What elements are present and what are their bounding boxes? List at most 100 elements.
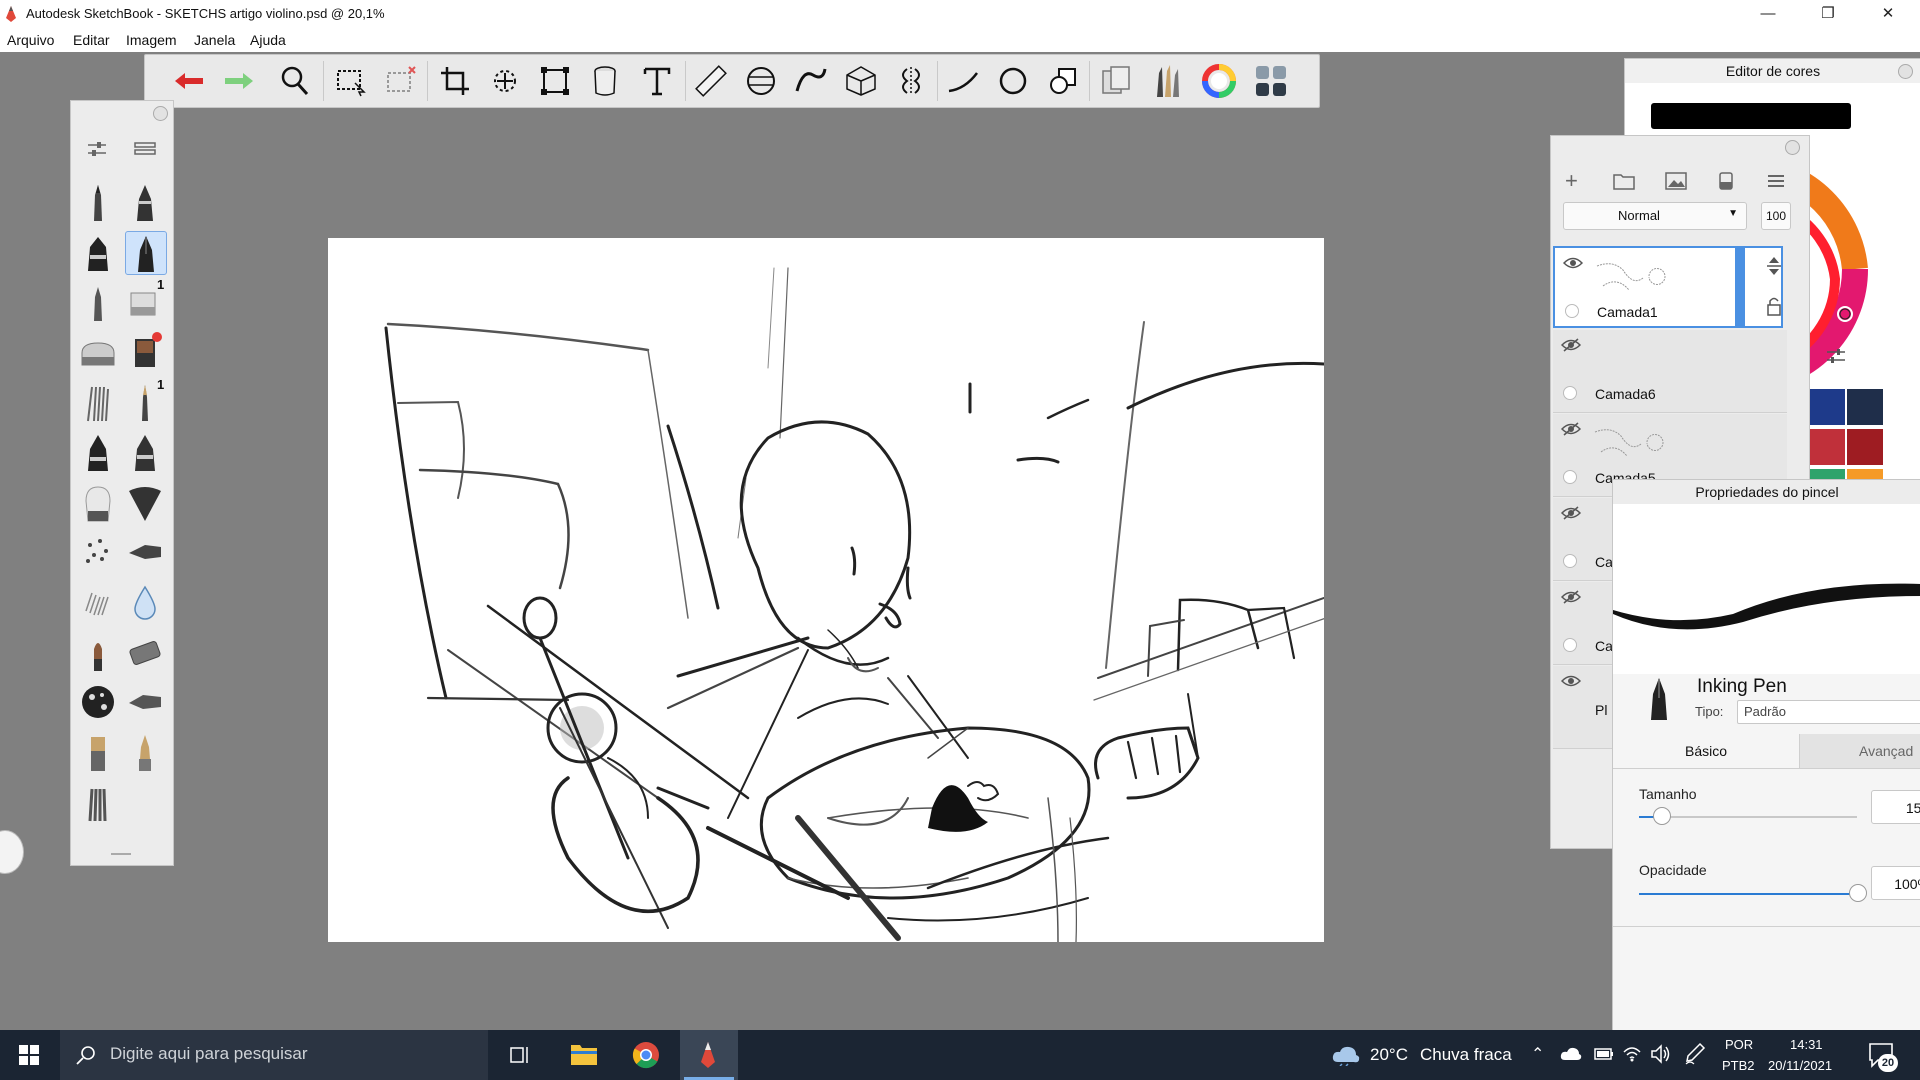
file-explorer-icon[interactable] [570, 1042, 598, 1066]
text-icon[interactable] [639, 63, 675, 99]
layer-clear-icon[interactable] [1717, 172, 1735, 190]
ellipse-guide-icon[interactable] [743, 63, 779, 99]
add-image-layer-icon[interactable] [1665, 172, 1687, 190]
blend-mode-select[interactable]: Normal ▼ [1563, 202, 1747, 230]
language-top[interactable]: POR [1725, 1037, 1753, 1052]
texture-brush-icon[interactable] [78, 581, 118, 623]
taskbar-search[interactable]: Digite aqui para pesquisar [60, 1030, 488, 1080]
layer-opacity-bar[interactable] [1735, 246, 1745, 326]
select-icon[interactable] [333, 63, 369, 99]
distort-icon[interactable] [537, 63, 573, 99]
layer-opacity-field[interactable]: 100 [1761, 202, 1791, 230]
wifi-icon[interactable] [1622, 1044, 1642, 1062]
color-swatch[interactable] [1847, 429, 1883, 465]
ellipse-icon[interactable] [995, 63, 1031, 99]
tab-avancado[interactable]: Avançad [1803, 734, 1920, 768]
size-field[interactable]: 15,( [1871, 790, 1920, 824]
volume-icon[interactable] [1650, 1044, 1672, 1064]
menu-imagem[interactable]: Imagem [126, 32, 177, 48]
tray-chevron-up-icon[interactable]: ⌃ [1531, 1044, 1544, 1064]
layers-menu-icon[interactable] [1767, 174, 1785, 188]
shape-icon[interactable] [1045, 63, 1081, 99]
layer-select-radio[interactable] [1563, 638, 1577, 652]
eye-hidden-icon[interactable] [1561, 506, 1581, 520]
layer-select-radio[interactable] [1563, 386, 1577, 400]
color-editor-close-icon[interactable] [1898, 64, 1913, 79]
maximize-button[interactable]: ❐ [1800, 0, 1856, 28]
color-swatch[interactable] [1847, 389, 1883, 425]
marker-brush-icon[interactable] [78, 231, 118, 273]
clock-time[interactable]: 14:31 [1790, 1037, 1823, 1052]
drawing-canvas[interactable] [328, 238, 1327, 943]
airbrush-hair-icon[interactable] [78, 381, 118, 423]
windows-start-icon[interactable] [19, 1045, 39, 1065]
ink-pen-brush-icon[interactable] [78, 431, 118, 473]
inking-pen-brush-icon[interactable] [125, 231, 167, 275]
stamp-brush-icon[interactable] [78, 681, 118, 723]
palette-resize-handle[interactable] [111, 853, 131, 855]
lasso-select-icon[interactable] [383, 63, 419, 99]
palette-close-icon[interactable] [153, 106, 168, 121]
layer-group-icon[interactable] [1613, 172, 1635, 190]
opacity-slider[interactable] [1639, 884, 1867, 902]
flat-pen-brush-icon[interactable] [125, 681, 165, 723]
layer-select-radio[interactable] [1563, 470, 1577, 484]
brush-sets-icon[interactable] [133, 137, 157, 161]
palette-grid-icon[interactable] [1253, 63, 1289, 99]
size-slider-knob[interactable] [1652, 807, 1671, 825]
french-curve-icon[interactable] [793, 63, 829, 99]
menu-editar[interactable]: Editar [73, 32, 110, 48]
layer-row[interactable]: Camada1 [1553, 246, 1783, 328]
layer-select-radio[interactable] [1565, 304, 1579, 318]
brush-library-icon[interactable] [1149, 63, 1185, 99]
menu-ajuda[interactable]: Ajuda [250, 32, 286, 48]
size-slider[interactable] [1639, 807, 1857, 825]
color-swatch[interactable] [1809, 429, 1845, 465]
layers-close-icon[interactable] [1785, 140, 1800, 155]
clock-date[interactable]: 20/11/2021 [1768, 1058, 1832, 1073]
color-swatch[interactable] [1809, 389, 1845, 425]
minimize-button[interactable]: — [1740, 0, 1796, 28]
flat-brush-icon[interactable] [78, 731, 118, 773]
layer-move-icon[interactable] [1765, 256, 1783, 276]
eye-hidden-icon[interactable] [1561, 338, 1581, 352]
hr-brush-icon[interactable] [125, 331, 165, 373]
task-view-icon[interactable] [508, 1044, 530, 1066]
current-color-swatch[interactable] [1651, 103, 1851, 129]
eye-hidden-icon[interactable] [1561, 422, 1581, 436]
copy-icon[interactable] [1099, 63, 1135, 99]
color-settings-icon[interactable] [1825, 345, 1847, 367]
technical-pen-brush-icon[interactable] [125, 181, 165, 223]
color-wheel-icon[interactable] [1201, 63, 1237, 99]
palette-dock-handle[interactable] [0, 830, 24, 874]
transform-icon[interactable] [487, 63, 523, 99]
fan-brush-icon[interactable] [125, 481, 165, 523]
tab-basico[interactable]: Básico [1613, 734, 1800, 768]
weather-cloud-icon[interactable] [1332, 1044, 1360, 1066]
brush-type-select[interactable]: Padrão [1737, 700, 1920, 724]
brush-settings-icon[interactable] [85, 137, 109, 161]
symmetry-icon[interactable] [893, 63, 929, 99]
tapered-brush-icon[interactable] [125, 731, 165, 773]
round-brush-icon[interactable] [78, 631, 118, 673]
perspective-icon[interactable] [843, 63, 879, 99]
pen-workspace-icon[interactable] [1684, 1042, 1706, 1066]
chisel-pen-brush-icon[interactable] [125, 431, 165, 473]
chrome-icon[interactable] [632, 1041, 660, 1069]
redo-icon[interactable] [221, 63, 257, 99]
wide-brush-icon[interactable] [78, 481, 118, 523]
zoom-icon[interactable] [277, 63, 313, 99]
smudge-brush-icon[interactable] [125, 631, 165, 673]
opacity-field[interactable]: 100% [1871, 866, 1920, 900]
battery-icon[interactable] [1594, 1046, 1614, 1062]
close-button[interactable]: ✕ [1860, 0, 1916, 28]
layer-row[interactable]: Camada6 [1553, 330, 1787, 413]
eye-icon[interactable] [1561, 674, 1581, 688]
bristle-brush-icon[interactable] [78, 781, 118, 823]
pencil-brush-icon[interactable] [78, 181, 118, 223]
stroke-icon[interactable] [945, 63, 981, 99]
spatter-brush-icon[interactable] [78, 531, 118, 573]
onedrive-icon[interactable] [1560, 1046, 1582, 1062]
taskbar-sketchbook-active[interactable] [680, 1030, 738, 1080]
eye-hidden-icon[interactable] [1561, 590, 1581, 604]
